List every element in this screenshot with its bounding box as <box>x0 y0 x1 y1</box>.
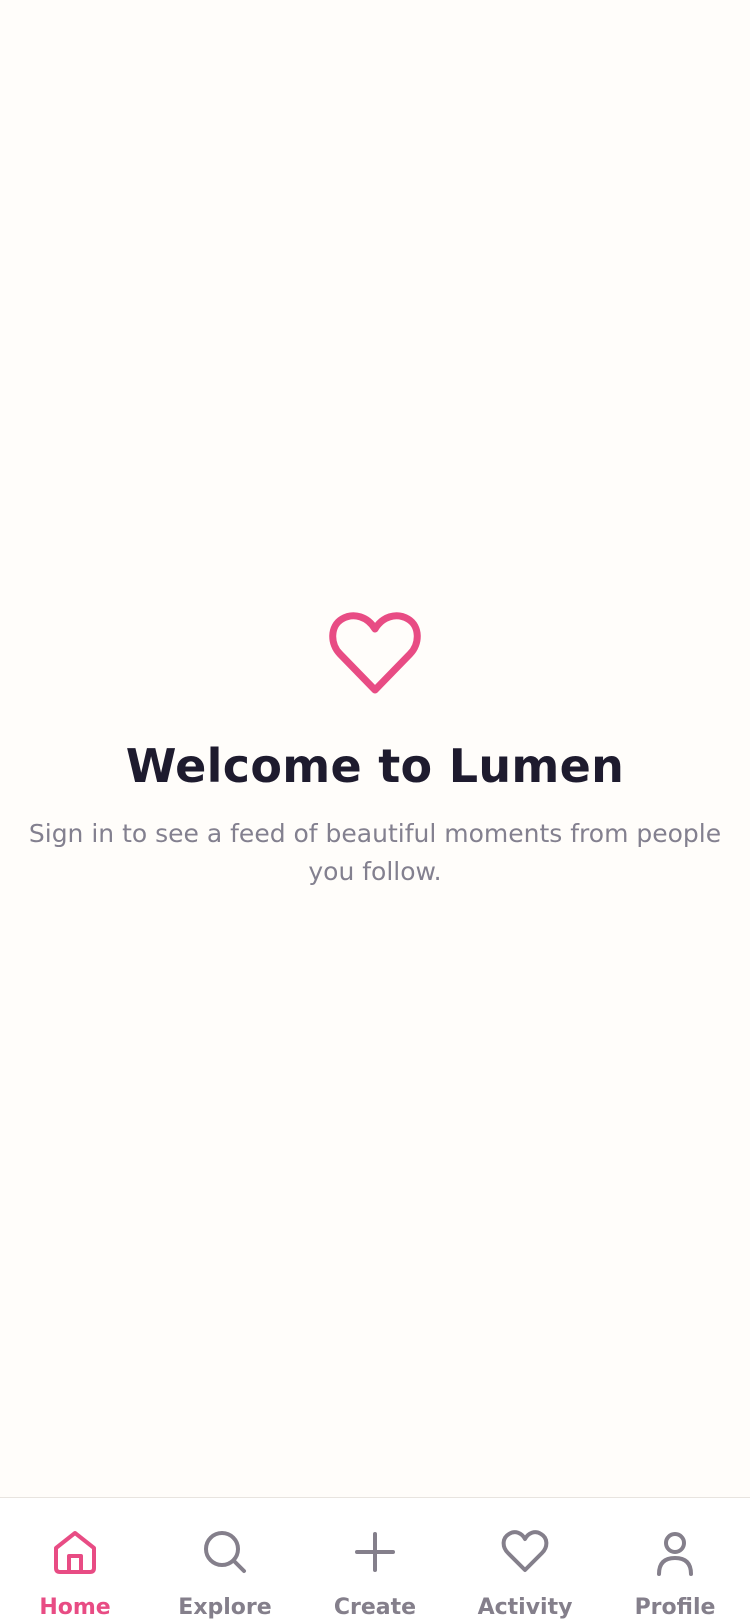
tab-home[interactable]: Home <box>0 1498 150 1624</box>
tab-create[interactable]: Create <box>300 1498 450 1624</box>
welcome-subtitle: Sign in to see a feed of beautiful momen… <box>28 819 722 886</box>
tab-activity[interactable]: Activity <box>450 1498 600 1624</box>
tab-explore[interactable]: Explore <box>150 1498 300 1624</box>
tab-explore-label: Explore <box>178 1595 272 1620</box>
tab-profile-label: Profile <box>634 1595 716 1620</box>
heart-icon <box>501 1528 549 1576</box>
welcome-title: Welcome to Lumen <box>125 739 625 793</box>
heart-icon <box>328 610 422 696</box>
main-content: Welcome to Lumen Sign in to see a feed o… <box>0 0 750 1497</box>
plus-icon <box>351 1528 399 1576</box>
home-icon <box>51 1528 99 1576</box>
bottom-tab-bar: Home Explore Create Activity Profile <box>0 1497 750 1624</box>
tab-create-label: Create <box>333 1595 417 1620</box>
search-icon <box>201 1528 249 1576</box>
tab-activity-label: Activity <box>477 1595 573 1620</box>
tab-home-label: Home <box>39 1595 111 1620</box>
user-icon <box>651 1528 699 1576</box>
tab-profile[interactable]: Profile <box>600 1498 750 1624</box>
